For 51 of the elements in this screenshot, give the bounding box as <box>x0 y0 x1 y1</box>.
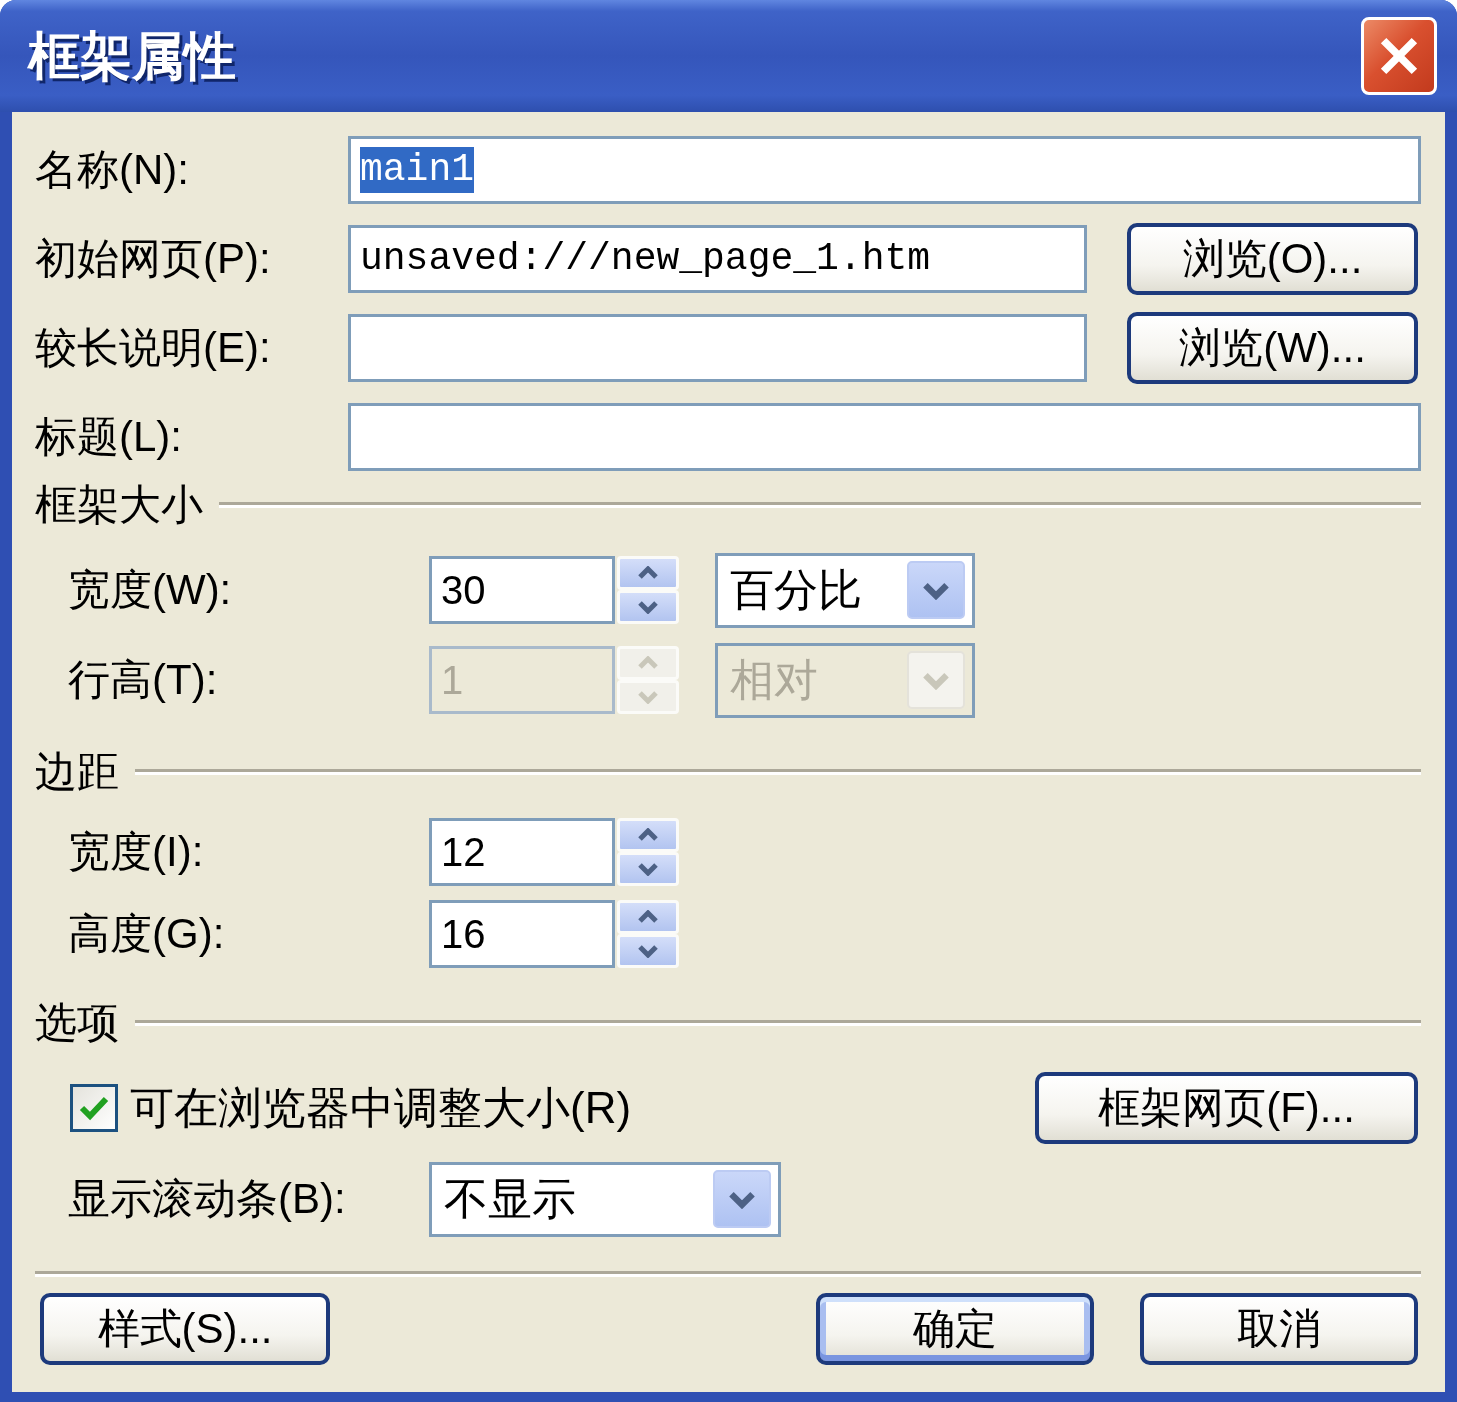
field-label: 宽度(I): <box>68 831 205 873</box>
cancel-button[interactable]: 取消 <box>1140 1293 1418 1365</box>
chevron-down-icon <box>907 651 965 709</box>
spin-down-button[interactable] <box>617 934 679 968</box>
field-label: 标题(L): <box>35 416 183 458</box>
chevron-up-icon <box>637 566 659 580</box>
close-button[interactable] <box>1361 17 1437 95</box>
field-label: 显示滚动条(B): <box>68 1178 347 1220</box>
chevron-down-icon <box>637 944 659 958</box>
text-field[interactable] <box>348 403 1421 471</box>
chevron-up-icon <box>637 828 659 842</box>
chevron-up-icon <box>637 656 659 670</box>
spin-up-button[interactable] <box>617 818 679 852</box>
field-label: 行高(T): <box>68 659 219 701</box>
browse-button[interactable]: 浏览(O)... <box>1127 223 1418 295</box>
chevron-down-icon <box>637 690 659 704</box>
window-title: 框架属性 <box>28 30 236 82</box>
section-title: 框架大小 <box>35 484 203 526</box>
spin-down-button[interactable] <box>617 590 679 624</box>
dropdown[interactable]: 不显示 <box>429 1161 781 1237</box>
spin-down-button[interactable] <box>617 852 679 886</box>
checkbox-label: 可在浏览器中调整大小(R) <box>130 1086 632 1130</box>
chevron-down-icon <box>637 600 659 614</box>
field-text: unsaved:///new_page_1.htm <box>360 236 931 282</box>
style-button[interactable]: 样式(S)... <box>40 1293 330 1365</box>
field-label: 较长说明(E): <box>35 327 272 369</box>
text-field[interactable] <box>348 314 1087 382</box>
field-label: 宽度(W): <box>68 569 233 611</box>
text-field[interactable]: unsaved:///new_page_1.htm <box>348 225 1087 293</box>
chevron-down-icon <box>637 862 659 876</box>
field-label: 高度(G): <box>68 913 226 955</box>
spin-up-button[interactable] <box>617 900 679 934</box>
text-field[interactable]: main1 <box>348 136 1421 204</box>
field-label: 初始网页(P): <box>35 238 272 280</box>
chevron-down-icon <box>713 1170 771 1228</box>
chevron-up-icon <box>637 910 659 924</box>
spin-up-button[interactable] <box>617 556 679 590</box>
chevron-down-icon <box>907 561 965 619</box>
browse-button[interactable]: 浏览(W)... <box>1127 312 1418 384</box>
ok-button[interactable]: 确定 <box>816 1293 1094 1365</box>
field-text: main1 <box>360 147 475 193</box>
number-field[interactable]: 12 <box>429 818 615 886</box>
section-title: 边距 <box>35 751 119 793</box>
number-field[interactable]: 16 <box>429 900 615 968</box>
number-field[interactable]: 30 <box>429 556 615 624</box>
section-title: 选项 <box>35 1002 119 1044</box>
dropdown[interactable]: 百分比 <box>715 552 975 628</box>
field-label: 名称(N): <box>35 149 190 191</box>
checkmark-icon <box>79 1095 109 1121</box>
checkbox[interactable] <box>70 1084 118 1132</box>
frame-page-button[interactable]: 框架网页(F)... <box>1035 1072 1418 1144</box>
